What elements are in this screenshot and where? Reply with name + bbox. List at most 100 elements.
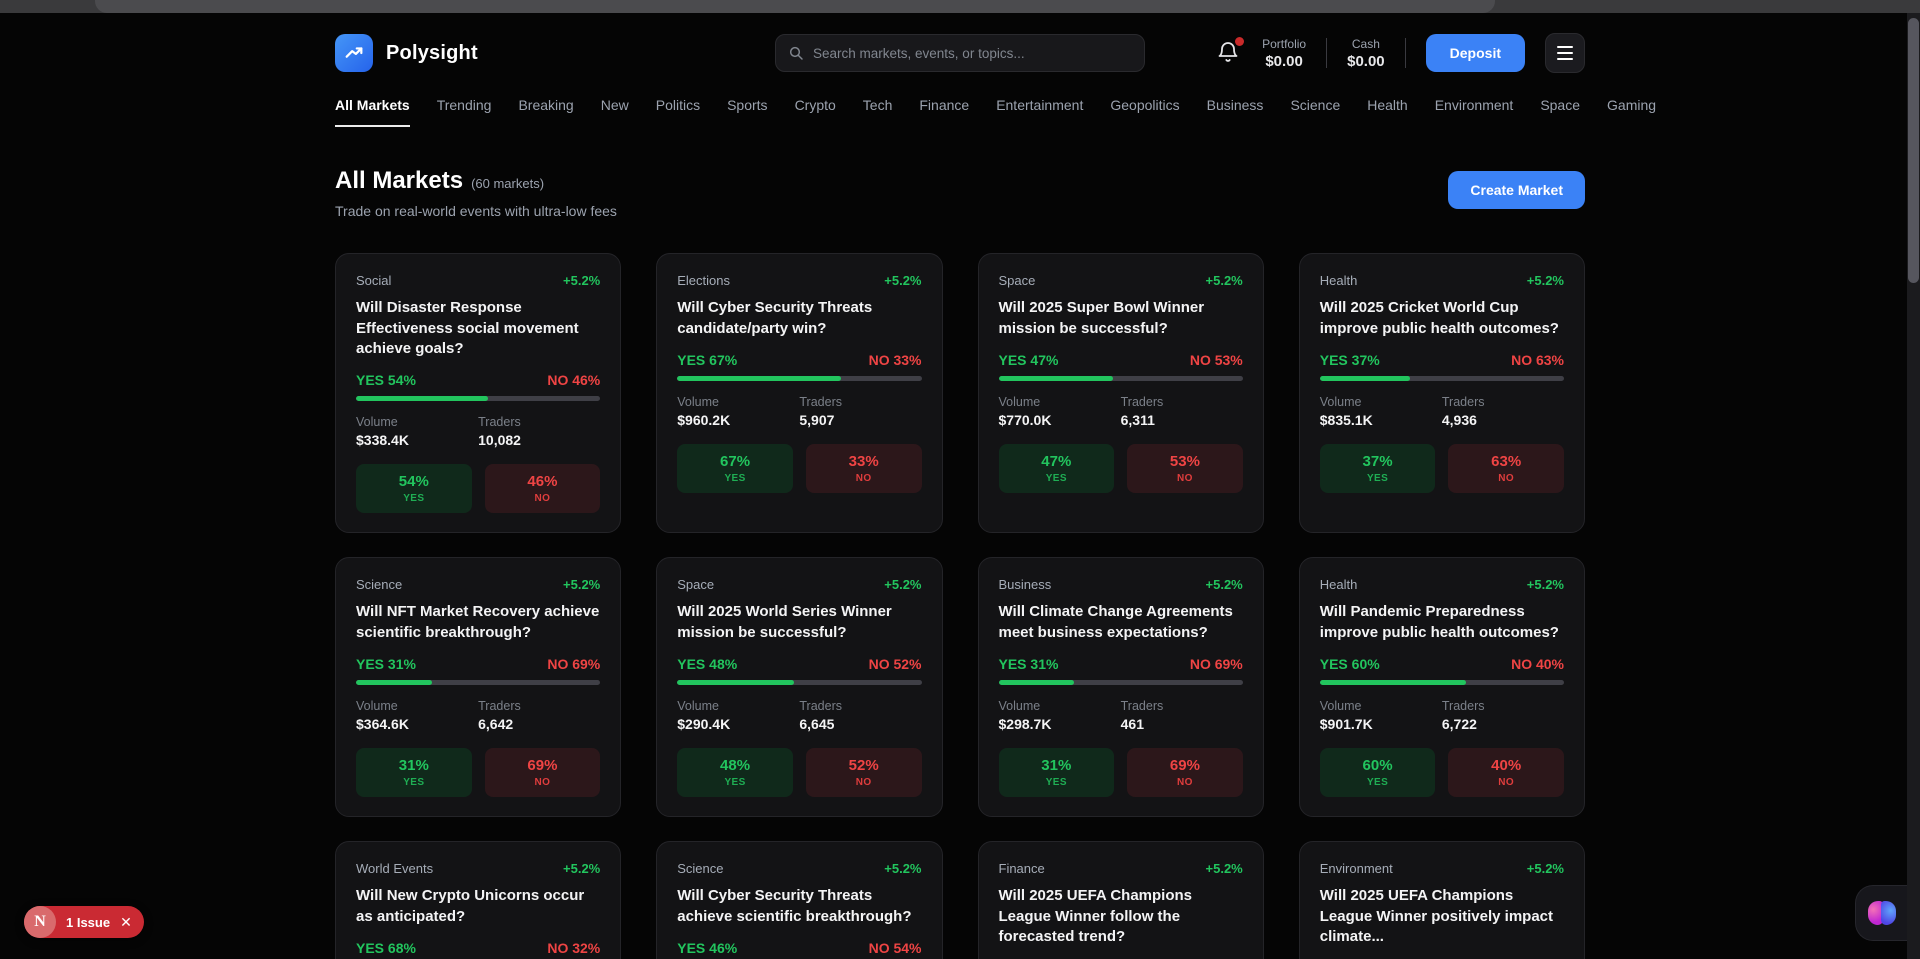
market-card[interactable]: Space +5.2% Will 2025 World Series Winne… [656, 557, 942, 817]
buy-no-button[interactable]: 52% NO [806, 748, 922, 797]
nav-item-sports[interactable]: Sports [727, 97, 767, 127]
market-category: Space [677, 577, 714, 592]
market-question: Will 2025 Cricket World Cup improve publ… [1320, 298, 1564, 340]
market-change: +5.2% [884, 861, 921, 876]
market-question: Will Pandemic Preparedness improve publi… [1320, 602, 1564, 644]
buy-no-button[interactable]: 63% NO [1448, 444, 1564, 493]
create-market-button[interactable]: Create Market [1448, 171, 1585, 209]
market-change: +5.2% [563, 577, 600, 592]
buy-no-button[interactable]: 53% NO [1127, 444, 1243, 493]
yes-percentage: YES 31% [999, 656, 1059, 672]
nav-item-politics[interactable]: Politics [656, 97, 700, 127]
section-header: All Markets (60 markets) Trade on real-w… [335, 167, 1585, 219]
volume-value: $901.7K [1320, 716, 1442, 732]
close-icon[interactable]: ✕ [120, 915, 132, 929]
market-card[interactable]: Environment +5.2% Will 2025 UEFA Champio… [1299, 841, 1585, 959]
market-card[interactable]: Health +5.2% Will Pandemic Preparedness … [1299, 557, 1585, 817]
market-card[interactable]: Business +5.2% Will Climate Change Agree… [978, 557, 1264, 817]
no-percentage: NO 46% [547, 372, 600, 388]
market-card[interactable]: Science +5.2% Will NFT Market Recovery a… [335, 557, 621, 817]
buy-no-button[interactable]: 69% NO [1127, 748, 1243, 797]
nav-item-environment[interactable]: Environment [1435, 97, 1514, 127]
market-category: Science [677, 861, 723, 876]
no-percentage: NO 54% [869, 940, 922, 956]
nav-item-all-markets[interactable]: All Markets [335, 97, 410, 127]
nav-item-entertainment[interactable]: Entertainment [996, 97, 1083, 127]
nav-item-new[interactable]: New [601, 97, 629, 127]
traders-stat: Traders 4,936 [1442, 395, 1564, 428]
nav-item-health[interactable]: Health [1367, 97, 1407, 127]
market-card[interactable]: Space +5.2% Will 2025 Super Bowl Winner … [978, 253, 1264, 533]
nav-item-geopolitics[interactable]: Geopolitics [1110, 97, 1179, 127]
market-category: Business [999, 577, 1052, 592]
nav-item-breaking[interactable]: Breaking [518, 97, 573, 127]
portfolio-value: $0.00 [1262, 53, 1306, 70]
buy-yes-button[interactable]: 47% YES [999, 444, 1115, 493]
menu-button[interactable] [1545, 33, 1585, 73]
traders-value: 6,645 [799, 716, 921, 732]
dev-issue-badge[interactable]: N 1 Issue ✕ [24, 906, 144, 938]
deposit-button[interactable]: Deposit [1426, 34, 1525, 72]
buy-no-button[interactable]: 46% NO [485, 464, 601, 513]
traders-value: 6,642 [478, 716, 600, 732]
market-card[interactable]: Finance +5.2% Will 2025 UEFA Champions L… [978, 841, 1264, 959]
page-scrollbar-track[interactable] [1907, 13, 1920, 959]
buy-yes-button[interactable]: 67% YES [677, 444, 793, 493]
no-percentage: NO 52% [869, 656, 922, 672]
page-scrollbar-thumb[interactable] [1908, 18, 1919, 283]
notifications-button[interactable] [1216, 40, 1242, 66]
traders-value: 5,907 [799, 412, 921, 428]
nav-item-science[interactable]: Science [1290, 97, 1340, 127]
nav-item-business[interactable]: Business [1207, 97, 1264, 127]
market-question: Will New Crypto Unicorns occur as antici… [356, 886, 600, 928]
buy-yes-button[interactable]: 31% YES [999, 748, 1115, 797]
market-card[interactable]: Social +5.2% Will Disaster Response Effe… [335, 253, 621, 533]
search-input[interactable] [813, 46, 1132, 61]
market-category: Health [1320, 577, 1358, 592]
assistant-tab[interactable] [1855, 885, 1907, 941]
market-question: Will Disaster Response Effectiveness soc… [356, 298, 600, 360]
buy-yes-button[interactable]: 31% YES [356, 748, 472, 797]
yes-percentage: YES 67% [677, 352, 737, 368]
buy-no-button[interactable]: 33% NO [806, 444, 922, 493]
buy-yes-button[interactable]: 37% YES [1320, 444, 1436, 493]
market-category: World Events [356, 861, 433, 876]
traders-stat: Traders 10,082 [478, 415, 600, 448]
market-question: Will 2025 UEFA Champions League Winner f… [999, 886, 1243, 948]
buy-no-button[interactable]: 69% NO [485, 748, 601, 797]
market-question: Will 2025 World Series Winner mission be… [677, 602, 921, 644]
probability-bar [999, 680, 1243, 685]
issue-count-label: 1 Issue [66, 915, 110, 930]
notification-dot [1235, 37, 1244, 46]
buy-yes-button[interactable]: 54% YES [356, 464, 472, 513]
nav-item-space[interactable]: Space [1540, 97, 1580, 127]
buy-yes-button[interactable]: 60% YES [1320, 748, 1436, 797]
nav-item-finance[interactable]: Finance [919, 97, 969, 127]
market-card[interactable]: World Events +5.2% Will New Crypto Unico… [335, 841, 621, 959]
volume-stat: Volume $770.0K [999, 395, 1121, 428]
search-box[interactable] [775, 34, 1145, 72]
probability-bar [1320, 680, 1564, 685]
volume-stat: Volume $364.6K [356, 699, 478, 732]
nav-item-tech[interactable]: Tech [863, 97, 893, 127]
brand-logo [335, 34, 373, 72]
market-card[interactable]: Science +5.2% Will Cyber Security Threat… [656, 841, 942, 959]
yes-percentage: YES 60% [1320, 656, 1380, 672]
buy-yes-button[interactable]: 48% YES [677, 748, 793, 797]
category-nav: All Markets Trending Breaking New Politics Sp… [335, 97, 1585, 127]
nav-item-trending[interactable]: Trending [437, 97, 492, 127]
buy-no-button[interactable]: 40% NO [1448, 748, 1564, 797]
portfolio-block: Portfolio $0.00 [1262, 37, 1306, 70]
volume-value: $364.6K [356, 716, 478, 732]
nav-item-gaming[interactable]: Gaming [1607, 97, 1656, 127]
market-card[interactable]: Health +5.2% Will 2025 Cricket World Cup… [1299, 253, 1585, 533]
traders-stat: Traders 6,645 [799, 699, 921, 732]
market-change: +5.2% [563, 861, 600, 876]
volume-stat: Volume $290.4K [677, 699, 799, 732]
brain-icon [1868, 901, 1896, 925]
nav-item-crypto[interactable]: Crypto [795, 97, 836, 127]
probability-bar [677, 376, 921, 381]
volume-value: $770.0K [999, 412, 1121, 428]
market-card[interactable]: Elections +5.2% Will Cyber Security Thre… [656, 253, 942, 533]
brand[interactable]: Polysight [335, 34, 478, 72]
